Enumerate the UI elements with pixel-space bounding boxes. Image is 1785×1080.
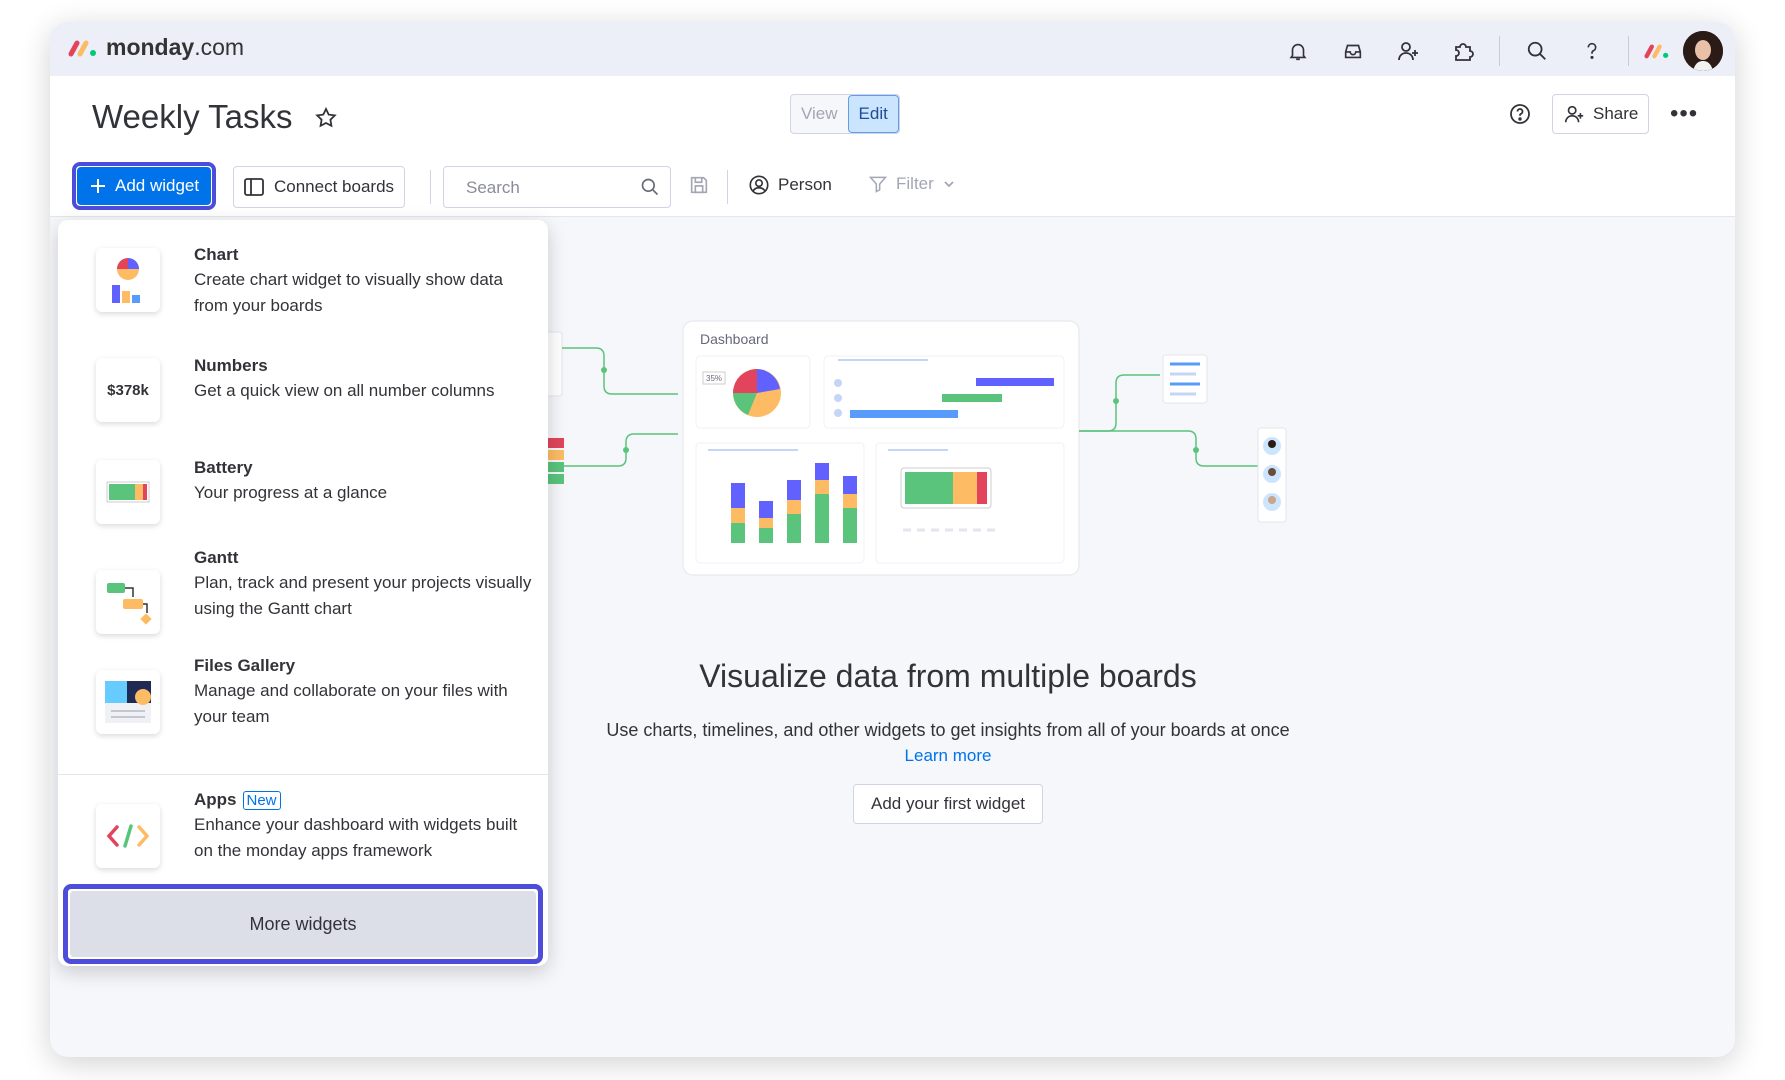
menu-item-title: Files Gallery: [194, 656, 296, 675]
code-icon: [96, 804, 160, 868]
view-edit-toggle: View Edit: [790, 94, 900, 134]
connect-boards-button[interactable]: Connect boards: [233, 166, 406, 208]
monday-logo-icon: [68, 40, 96, 56]
plus-icon: [91, 179, 105, 193]
more-options-icon[interactable]: •••: [1670, 100, 1698, 128]
view-button[interactable]: View: [791, 95, 848, 133]
apps-puzzle-icon[interactable]: [1445, 33, 1481, 69]
files-gallery-icon: [96, 670, 160, 734]
menu-item-description: Enhance your dashboard with widgets buil…: [194, 815, 518, 860]
invite-icon: [1564, 105, 1584, 123]
app-window: monday.com Weekly Tasks View Edit Share …: [50, 22, 1735, 1057]
monday-logo[interactable]: monday.com: [68, 34, 244, 61]
share-label: Share: [1593, 104, 1639, 123]
connect-boards-label: Connect boards: [274, 177, 395, 196]
illustration-percent: 35%: [706, 374, 722, 383]
menu-item-apps[interactable]: Apps New Enhance your dashboard with widg…: [58, 790, 548, 880]
inbox-icon[interactable]: [1335, 33, 1371, 69]
divider: [1628, 36, 1629, 66]
monday-apps-icon[interactable]: [1639, 33, 1675, 69]
filter-button[interactable]: Filter: [868, 174, 956, 194]
bell-icon[interactable]: [1280, 33, 1316, 69]
edit-button[interactable]: Edit: [847, 95, 899, 133]
menu-item-files-gallery[interactable]: Files Gallery Manage and collaborate on …: [58, 652, 548, 748]
help-circle-icon[interactable]: [1508, 102, 1532, 131]
menu-item-description: Get a quick view on all number columns: [194, 381, 495, 400]
board-icon: [244, 178, 264, 196]
apps-title: Apps: [194, 790, 237, 809]
share-button[interactable]: Share: [1552, 94, 1650, 134]
add-first-widget-button[interactable]: Add your first widget: [853, 784, 1043, 824]
save-view-icon[interactable]: [688, 174, 710, 201]
divider: [1499, 36, 1500, 66]
more-widgets-highlight: More widgets: [63, 884, 543, 964]
stacked-bars-thumb: [548, 438, 564, 484]
menu-item-description: Plan, track and present your projects vi…: [194, 573, 532, 618]
learn-more-link[interactable]: Learn more: [548, 746, 1348, 766]
menu-item-numbers[interactable]: $378k Numbers Get a quick view on all nu…: [58, 356, 548, 438]
person-filter-button[interactable]: Person: [748, 174, 832, 196]
person-label: Person: [778, 175, 832, 194]
top-bar: monday.com: [50, 22, 1735, 76]
search-icon[interactable]: [1519, 33, 1555, 69]
menu-item-title: Battery: [194, 458, 253, 477]
battery-icon: [96, 460, 160, 524]
dashboard-illustration: Dashboard 35%: [548, 320, 1287, 576]
empty-state-title: Visualize data from multiple boards: [699, 658, 1197, 694]
filter-label: Filter: [896, 174, 934, 193]
menu-item-title: Gantt: [194, 548, 239, 567]
filter-icon: [868, 176, 888, 193]
new-badge: New: [242, 791, 281, 810]
menu-item-title: Numbers: [194, 356, 268, 375]
menu-item-gantt[interactable]: Gantt Plan, track and present your proje…: [58, 548, 548, 644]
search-box: [443, 166, 671, 208]
empty-state-description: Use charts, timelines, and other widgets…: [606, 720, 1290, 740]
divider: [727, 170, 728, 204]
add-widget-highlight: Add widget: [72, 162, 217, 210]
search-icon[interactable]: [640, 177, 660, 202]
menu-item-description: Manage and collaborate on your files wit…: [194, 681, 508, 726]
numbers-icon-text: $378k: [107, 381, 149, 399]
add-widget-button[interactable]: Add widget: [77, 167, 212, 205]
chevron-down-icon: [944, 181, 954, 188]
menu-item-chart[interactable]: Chart Create chart widget to visually sh…: [58, 242, 548, 338]
star-icon[interactable]: [314, 106, 338, 135]
menu-item-battery[interactable]: Battery Your progress at a glance: [58, 458, 548, 540]
add-widget-menu: Chart Create chart widget to visually sh…: [58, 220, 548, 966]
more-widgets-button[interactable]: More widgets: [70, 891, 536, 957]
page-title[interactable]: Weekly Tasks: [92, 98, 293, 136]
numbers-icon: $378k: [96, 358, 160, 422]
invite-member-icon[interactable]: [1390, 33, 1426, 69]
menu-item-title: Apps New: [194, 790, 281, 810]
menu-item-description: Create chart widget to visually show dat…: [194, 270, 503, 315]
logo-text: monday.com: [106, 34, 245, 60]
search-input[interactable]: [464, 177, 638, 199]
person-icon: [749, 175, 769, 195]
illustration-title: Dashboard: [700, 331, 769, 347]
help-icon[interactable]: [1574, 33, 1610, 69]
menu-item-description: Your progress at a glance: [194, 483, 388, 502]
dashboard-toolbar: Add widget Connect boards Person Filter: [50, 156, 1735, 217]
menu-item-title: Chart: [194, 245, 239, 264]
chart-icon: [96, 248, 160, 312]
gantt-icon: [96, 570, 160, 634]
menu-divider: [58, 774, 548, 775]
divider: [430, 170, 431, 204]
add-widget-label: Add widget: [115, 176, 200, 195]
avatar[interactable]: [1683, 31, 1723, 71]
dashboard-empty-state: Dashboard 35% Visualize data from multip…: [548, 218, 1735, 998]
